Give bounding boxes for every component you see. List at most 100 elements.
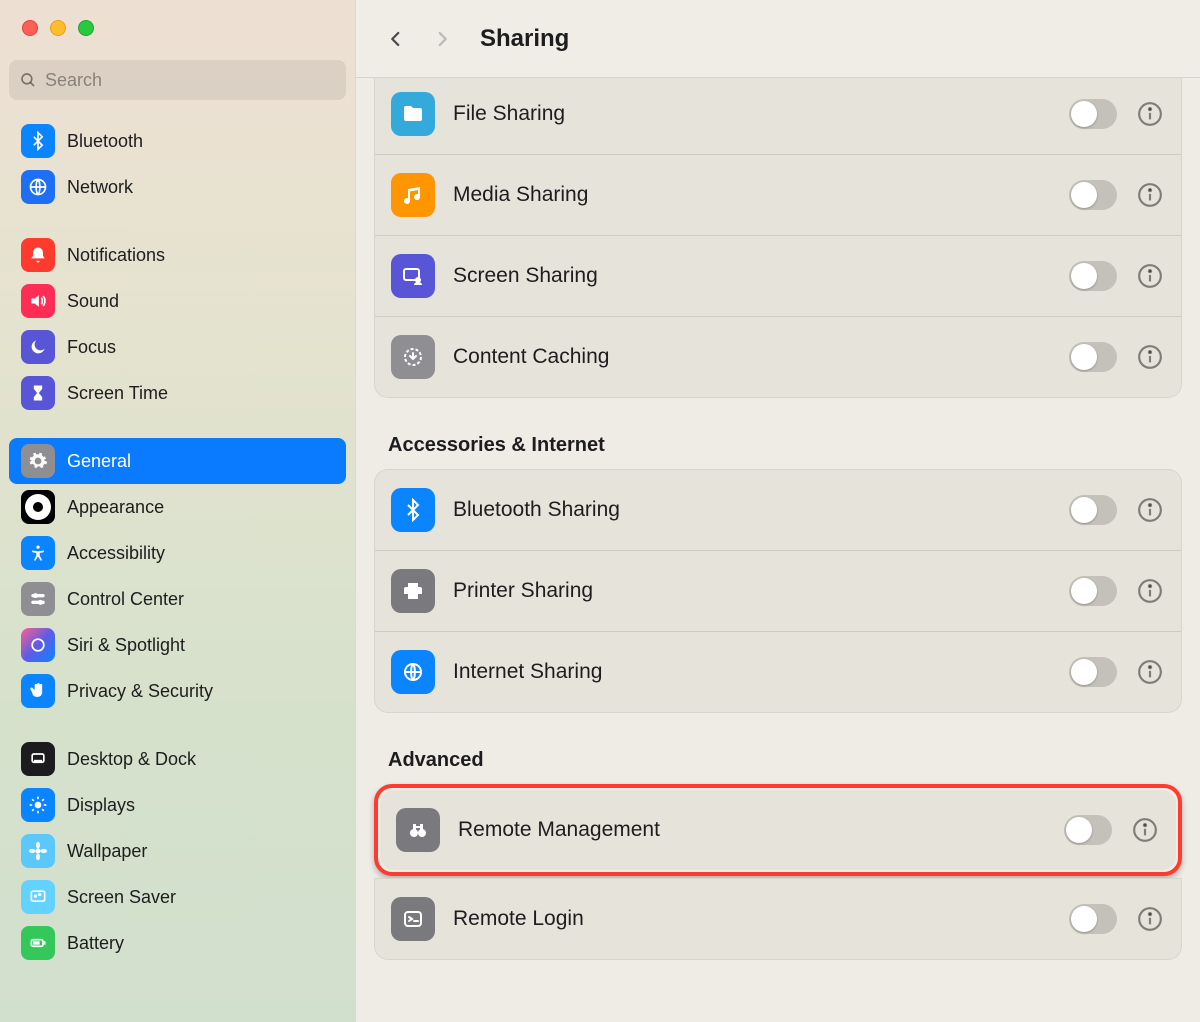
row-label: Media Sharing [453, 183, 1051, 207]
section-title-advanced: Advanced [388, 749, 1182, 772]
sidebar-item-screen-saver[interactable]: Screen Saver [9, 874, 346, 920]
zoom-window-button[interactable] [78, 20, 94, 36]
sidebar-item-general[interactable]: General [9, 438, 346, 484]
screensaver-icon [21, 880, 55, 914]
sidebar-nav: Bluetooth Network Notifications Sound Fo… [0, 118, 355, 966]
sidebar-item-screen-time[interactable]: Screen Time [9, 370, 346, 416]
printer-icon [391, 569, 435, 613]
row-label: Bluetooth Sharing [453, 498, 1051, 522]
sidebar-label: Notifications [67, 245, 165, 266]
download-circle-icon [391, 335, 435, 379]
sidebar-label: Desktop & Dock [67, 749, 196, 770]
row-label: File Sharing [453, 102, 1051, 126]
terminal-icon [391, 897, 435, 941]
sidebar-item-desktop-dock[interactable]: Desktop & Dock [9, 736, 346, 782]
info-button[interactable] [1135, 99, 1165, 129]
sidebar-label: Screen Saver [67, 887, 176, 908]
toggle-printer-sharing[interactable] [1069, 576, 1117, 606]
sidebar-item-displays[interactable]: Displays [9, 782, 346, 828]
info-button[interactable] [1135, 495, 1165, 525]
row-screen-sharing[interactable]: Screen Sharing [375, 235, 1181, 316]
flower-icon [21, 834, 55, 868]
info-button[interactable] [1130, 815, 1160, 845]
sidebar-item-bluetooth[interactable]: Bluetooth [9, 118, 346, 164]
toggle-media-sharing[interactable] [1069, 180, 1117, 210]
row-printer-sharing[interactable]: Printer Sharing [375, 550, 1181, 631]
info-button[interactable] [1135, 657, 1165, 687]
sidebar-label: Battery [67, 933, 124, 954]
back-button[interactable] [378, 21, 414, 57]
sidebar-label: General [67, 451, 131, 472]
sidebar-item-siri-spotlight[interactable]: Siri & Spotlight [9, 622, 346, 668]
forward-button[interactable] [424, 21, 460, 57]
topbar: Sharing [356, 0, 1200, 78]
sliders-icon [21, 582, 55, 616]
sidebar-item-focus[interactable]: Focus [9, 324, 346, 370]
sidebar-item-battery[interactable]: Battery [9, 920, 346, 966]
battery-icon [21, 926, 55, 960]
section-title-accessories: Accessories & Internet [388, 434, 1182, 457]
row-media-sharing[interactable]: Media Sharing [375, 154, 1181, 235]
sidebar-label: Focus [67, 337, 116, 358]
row-label: Remote Management [458, 818, 1046, 842]
sidebar-label: Appearance [67, 497, 164, 518]
sidebar-label: Sound [67, 291, 119, 312]
sidebar-item-appearance[interactable]: Appearance [9, 484, 346, 530]
toggle-file-sharing[interactable] [1069, 99, 1117, 129]
toggle-content-caching[interactable] [1069, 342, 1117, 372]
sidebar-item-control-center[interactable]: Control Center [9, 576, 346, 622]
globe-arrows-icon [391, 650, 435, 694]
toggle-remote-login[interactable] [1069, 904, 1117, 934]
toggle-bluetooth-sharing[interactable] [1069, 495, 1117, 525]
row-bluetooth-sharing[interactable]: Bluetooth Sharing [375, 470, 1181, 550]
sidebar-item-network[interactable]: Network [9, 164, 346, 210]
dock-icon [21, 742, 55, 776]
search-input[interactable] [45, 70, 336, 91]
minimize-window-button[interactable] [50, 20, 66, 36]
sidebar-item-notifications[interactable]: Notifications [9, 232, 346, 278]
search-field[interactable] [9, 60, 346, 100]
row-internet-sharing[interactable]: Internet Sharing [375, 631, 1181, 712]
toggle-remote-management[interactable] [1064, 815, 1112, 845]
sidebar-item-wallpaper[interactable]: Wallpaper [9, 828, 346, 874]
bell-icon [21, 238, 55, 272]
sidebar-label: Privacy & Security [67, 681, 213, 702]
siri-icon [21, 628, 55, 662]
sidebar-label: Bluetooth [67, 131, 143, 152]
sidebar-label: Displays [67, 795, 135, 816]
bluetooth-icon [21, 124, 55, 158]
info-button[interactable] [1135, 342, 1165, 372]
main-pane: Sharing File Sharing Media Sharing Scree… [355, 0, 1200, 1022]
info-button[interactable] [1135, 904, 1165, 934]
row-content-caching[interactable]: Content Caching [375, 316, 1181, 397]
speaker-icon [21, 284, 55, 318]
accessibility-icon [21, 536, 55, 570]
close-window-button[interactable] [22, 20, 38, 36]
sharing-panel-top: File Sharing Media Sharing Screen Sharin… [374, 78, 1182, 398]
row-remote-management[interactable]: Remote Management [380, 790, 1176, 870]
moon-icon [21, 330, 55, 364]
sidebar-label: Control Center [67, 589, 184, 610]
music-note-icon [391, 173, 435, 217]
info-button[interactable] [1135, 180, 1165, 210]
sidebar-label: Network [67, 177, 133, 198]
hand-icon [21, 674, 55, 708]
sidebar-label: Accessibility [67, 543, 165, 564]
brightness-icon [21, 788, 55, 822]
highlighted-row-remote-management: Remote Management [374, 784, 1182, 876]
sidebar-item-privacy-security[interactable]: Privacy & Security [9, 668, 346, 714]
advanced-panel-rest: Remote Login [374, 878, 1182, 960]
info-button[interactable] [1135, 576, 1165, 606]
folder-icon [391, 92, 435, 136]
sidebar-item-accessibility[interactable]: Accessibility [9, 530, 346, 576]
sidebar-label: Screen Time [67, 383, 168, 404]
sidebar-item-sound[interactable]: Sound [9, 278, 346, 324]
info-button[interactable] [1135, 261, 1165, 291]
toggle-screen-sharing[interactable] [1069, 261, 1117, 291]
row-remote-login[interactable]: Remote Login [375, 879, 1181, 959]
row-label: Internet Sharing [453, 660, 1051, 684]
binoculars-icon [396, 808, 440, 852]
row-file-sharing[interactable]: File Sharing [375, 78, 1181, 154]
toggle-internet-sharing[interactable] [1069, 657, 1117, 687]
content-scroll[interactable]: File Sharing Media Sharing Screen Sharin… [356, 78, 1200, 1022]
